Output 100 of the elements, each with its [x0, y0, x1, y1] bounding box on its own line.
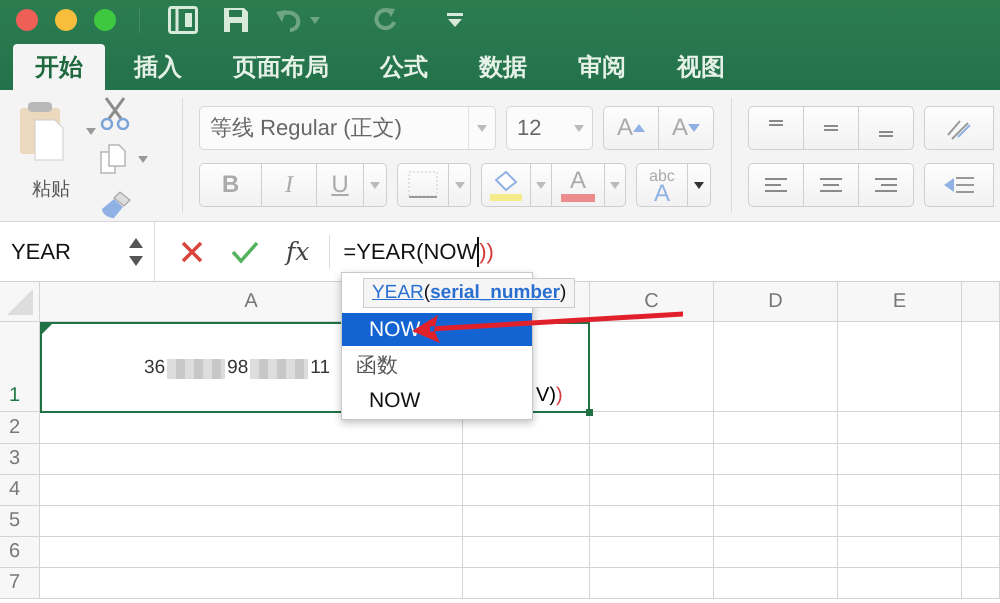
- sheet-cell[interactable]: [40, 506, 463, 537]
- row-header[interactable]: 6: [0, 537, 40, 568]
- sheet-cell[interactable]: [838, 475, 962, 506]
- align-center-button[interactable]: [803, 163, 859, 207]
- borders-menu-button[interactable]: [448, 163, 471, 207]
- column-header[interactable]: [962, 282, 1000, 322]
- font-size-field[interactable]: 12: [506, 106, 593, 150]
- orientation-button[interactable]: [924, 106, 994, 150]
- sheet-cell[interactable]: [40, 537, 463, 568]
- sheet-cell[interactable]: [962, 537, 1000, 568]
- sheet-cell[interactable]: [714, 537, 838, 568]
- caret-icon: [477, 124, 487, 132]
- align-middle-icon: [824, 125, 838, 131]
- sheet-cell[interactable]: [40, 475, 463, 506]
- sheet-cell[interactable]: [463, 506, 590, 537]
- fill-handle[interactable]: [586, 409, 593, 416]
- ribbon-tab[interactable]: 公式: [358, 48, 450, 90]
- sheet-cell[interactable]: [463, 537, 590, 568]
- sheet-cell[interactable]: [714, 506, 838, 537]
- row-header[interactable]: 1: [0, 322, 40, 412]
- sheet-cell[interactable]: [714, 568, 838, 599]
- align-bottom-button[interactable]: [858, 106, 914, 150]
- save-icon[interactable]: [222, 6, 250, 34]
- ribbon-tab[interactable]: 视图: [655, 48, 747, 90]
- formula-input[interactable]: =YEAR(NOW)): [343, 236, 494, 266]
- column-header[interactable]: D: [714, 282, 838, 322]
- sheet-cell[interactable]: [962, 322, 1000, 412]
- name-box[interactable]: YEAR: [0, 222, 155, 281]
- align-right-button[interactable]: [858, 163, 914, 207]
- select-all-icon[interactable]: [6, 288, 32, 314]
- function-link[interactable]: YEAR: [372, 282, 424, 303]
- column-header[interactable]: E: [838, 282, 962, 322]
- window-control[interactable]: [16, 9, 38, 31]
- sheet-cell[interactable]: [40, 568, 463, 599]
- cut-icon[interactable]: [100, 96, 130, 130]
- sheet-cell[interactable]: [962, 506, 1000, 537]
- ribbon-tab[interactable]: 数据: [457, 48, 549, 90]
- font-name-field[interactable]: 等线 Regular (正文): [199, 106, 496, 150]
- ribbon-tab[interactable]: 页面布局: [211, 48, 351, 90]
- row-header[interactable]: 5: [0, 506, 40, 537]
- up-triangle-icon: [633, 124, 645, 132]
- sheet-cell[interactable]: [714, 412, 838, 444]
- align-middle-button[interactable]: [803, 106, 859, 150]
- caret-icon: [610, 182, 620, 188]
- check-icon[interactable]: [231, 240, 259, 264]
- sheet-cell[interactable]: [590, 537, 714, 568]
- font-color-menu-button[interactable]: [604, 163, 626, 207]
- sheet-cell[interactable]: [962, 412, 1000, 444]
- customize-icon[interactable]: [446, 12, 464, 28]
- sheet-cell[interactable]: [590, 475, 714, 506]
- sheet-cell[interactable]: [714, 475, 838, 506]
- ribbon-tab[interactable]: 插入: [112, 48, 204, 90]
- sheet-cell[interactable]: [838, 537, 962, 568]
- sheet-cell[interactable]: [463, 568, 590, 599]
- sheet-cell[interactable]: [590, 506, 714, 537]
- sheet-cell[interactable]: [838, 412, 962, 444]
- row-header[interactable]: 7: [0, 568, 40, 599]
- fill-color-menu-button[interactable]: [530, 163, 552, 207]
- decrease-indent-button[interactable]: [924, 163, 994, 207]
- cell-text: V)): [536, 384, 563, 407]
- sheet-cell[interactable]: [838, 568, 962, 599]
- suggestion-item[interactable]: NOW: [342, 384, 532, 417]
- format-painter-icon[interactable]: [100, 190, 132, 220]
- sheet-cell[interactable]: [463, 475, 590, 506]
- sheet-cell[interactable]: [590, 444, 714, 475]
- row-header[interactable]: 2: [0, 412, 40, 444]
- sheet-cell[interactable]: [838, 506, 962, 537]
- sheet-cell[interactable]: [838, 444, 962, 475]
- ribbon-tab[interactable]: 开始: [13, 44, 105, 90]
- sheet-cell[interactable]: [714, 322, 838, 412]
- section-header: 函数: [355, 353, 399, 379]
- fill-color-button[interactable]: [481, 163, 531, 207]
- sheet-cell[interactable]: [714, 444, 838, 475]
- sidebar-icon[interactable]: [168, 6, 198, 34]
- underline-menu-button[interactable]: [363, 163, 387, 207]
- text-effects-menu-button[interactable]: [687, 163, 711, 207]
- paste-icon[interactable]: [18, 100, 64, 162]
- row-header[interactable]: 3: [0, 444, 40, 475]
- sheet-cell[interactable]: [962, 475, 1000, 506]
- sheet-cell[interactable]: [40, 444, 463, 475]
- window-control[interactable]: [94, 9, 116, 31]
- cancel-icon[interactable]: [180, 240, 204, 264]
- insert-function-button[interactable]: fx: [286, 237, 310, 266]
- font-size: 12: [517, 115, 542, 141]
- row-header[interactable]: 4: [0, 475, 40, 506]
- window-control[interactable]: [55, 9, 77, 31]
- sheet-cell[interactable]: [463, 444, 590, 475]
- sheet-cell[interactable]: [962, 444, 1000, 475]
- decrease-indent-icon: [942, 174, 976, 196]
- borders-button[interactable]: [397, 163, 449, 207]
- align-left-button[interactable]: [748, 163, 804, 207]
- align-top-button[interactable]: [748, 106, 804, 150]
- copy-icon[interactable]: [100, 144, 126, 174]
- sheet-cell[interactable]: [590, 568, 714, 599]
- ribbon-tab[interactable]: 审阅: [556, 48, 648, 90]
- sheet-cell[interactable]: [962, 568, 1000, 599]
- column-header[interactable]: C: [590, 282, 714, 322]
- align-right-icon: [875, 178, 897, 192]
- stepper-icon[interactable]: [128, 236, 144, 266]
- sheet-cell[interactable]: [838, 322, 962, 412]
